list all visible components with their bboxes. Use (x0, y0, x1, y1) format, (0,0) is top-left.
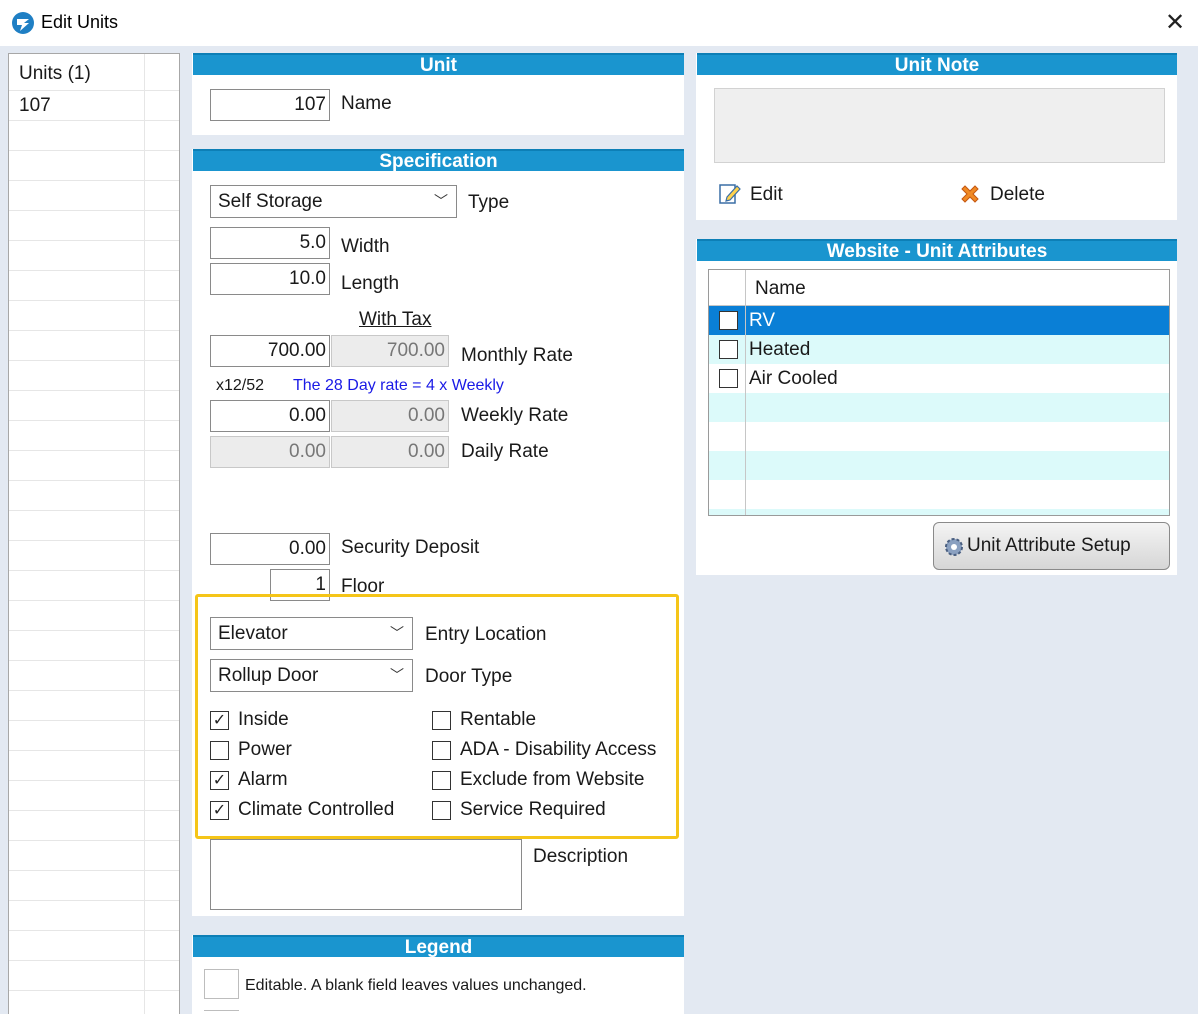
attribute-row-air-cooled[interactable]: Air Cooled (709, 364, 1169, 393)
security-deposit-input[interactable]: 0.00 (210, 533, 330, 565)
app-logo-icon (12, 12, 34, 34)
description-label: Description (533, 846, 629, 867)
daily-rate-with-tax: 0.00 (331, 436, 449, 468)
monthly-rate-input[interactable]: 700.00 (210, 335, 330, 367)
description-textarea[interactable] (210, 839, 522, 910)
rate-note: The 28 Day rate = 4 x Weekly (293, 377, 504, 394)
legend-editable-swatch (204, 969, 239, 999)
close-button[interactable]: ✕ (1160, 8, 1190, 38)
highlight-box (195, 594, 679, 839)
rv-checkbox[interactable] (719, 311, 738, 330)
grid-column-divider (745, 270, 746, 515)
weekly-rate-input[interactable]: 0.00 (210, 400, 330, 432)
attribute-grid[interactable]: Name RV Heated Air Cooled (708, 269, 1170, 516)
attribute-label: RV (749, 310, 776, 331)
unit-list-header[interactable]: Units (1) (19, 63, 91, 85)
daily-rate-input: 0.00 (210, 436, 330, 468)
window-title: Edit Units (41, 12, 119, 32)
legend-header: Legend (193, 935, 684, 958)
security-deposit-label: Security Deposit (341, 537, 480, 558)
setup-button-label: Unit Attribute Setup (967, 535, 1131, 556)
daily-rate-label: Daily Rate (461, 441, 549, 462)
delete-note-button[interactable]: Delete (990, 184, 1045, 206)
length-label: Length (341, 273, 400, 294)
empty-row (709, 509, 1169, 515)
edit-icon[interactable] (717, 181, 743, 207)
unit-note-text (714, 88, 1165, 163)
legend-editable-text: Editable. A blank field leaves values un… (245, 977, 587, 994)
unit-attribute-setup-button[interactable]: Unit Attribute Setup (933, 522, 1170, 570)
chevron-down-icon: ﹀ (434, 193, 448, 209)
unit-name-label: Name (341, 93, 392, 114)
width-input[interactable]: 5.0 (210, 227, 330, 259)
type-select-value: Self Storage (218, 191, 323, 212)
empty-row (709, 451, 1169, 480)
attribute-label: Air Cooled (749, 368, 838, 389)
empty-row (709, 393, 1169, 422)
attribute-row-rv[interactable]: RV (709, 306, 1169, 335)
column-name-header[interactable]: Name (755, 278, 806, 300)
empty-row (709, 480, 1169, 509)
empty-row (709, 422, 1169, 451)
edit-note-button[interactable]: Edit (750, 184, 783, 206)
monthly-rate-with-tax: 700.00 (331, 335, 449, 367)
type-label: Type (468, 192, 510, 213)
multiplier-note: x12/52 (216, 377, 265, 394)
gear-icon (945, 538, 963, 556)
air-cooled-checkbox[interactable] (719, 369, 738, 388)
heated-checkbox[interactable] (719, 340, 738, 359)
unit-list[interactable]: Units (1) 107 (8, 53, 180, 1014)
legend-swatch-2 (204, 1010, 239, 1014)
attribute-row-heated[interactable]: Heated (709, 335, 1169, 364)
width-label: Width (341, 236, 390, 257)
attribute-grid-header: Name (709, 270, 1169, 306)
unit-list-item[interactable]: 107 (19, 95, 51, 117)
attribute-label: Heated (749, 339, 811, 360)
weekly-rate-label: Weekly Rate (461, 405, 569, 426)
website-attributes-header: Website - Unit Attributes (697, 239, 1177, 262)
monthly-rate-label: Monthly Rate (461, 345, 573, 366)
unit-note-header: Unit Note (697, 53, 1177, 76)
type-select[interactable]: Self Storage ﹀ (210, 185, 457, 218)
title-bar (0, 0, 1198, 46)
with-tax-label: With Tax (359, 309, 432, 330)
weekly-rate-with-tax: 0.00 (331, 400, 449, 432)
length-input[interactable]: 10.0 (210, 263, 330, 295)
unit-name-input[interactable]: 107 (210, 89, 330, 121)
specification-header: Specification (193, 149, 684, 172)
delete-icon[interactable] (958, 182, 982, 206)
unit-header: Unit (193, 53, 684, 76)
